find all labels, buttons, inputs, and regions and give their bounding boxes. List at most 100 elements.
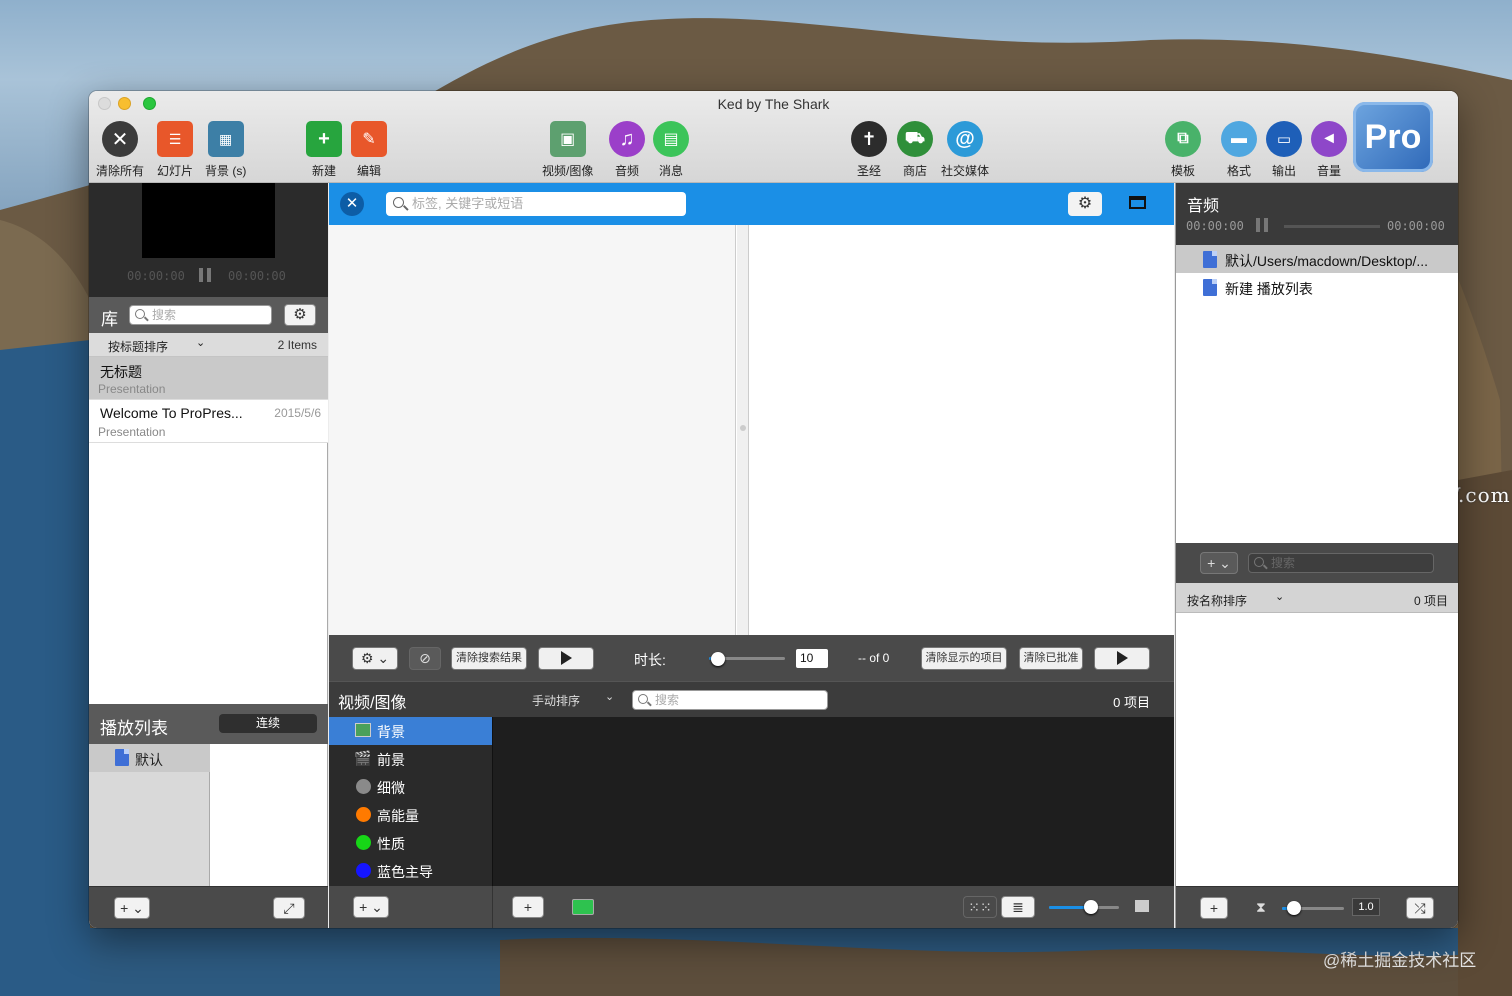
library-search-input[interactable]: 搜索: [129, 305, 272, 325]
audio-playlist-item[interactable]: 默认/Users/macdown/Desktop/...: [1176, 245, 1458, 273]
results-pane: [329, 225, 736, 635]
template-button[interactable]: ⧉ 模板: [1165, 121, 1201, 179]
audio-pause-icon[interactable]: [1256, 218, 1270, 232]
search-icon: [1254, 557, 1264, 567]
duration-input[interactable]: 10: [796, 649, 828, 668]
audio-sort-row: 按名称排序 ⌄ 0 项目: [1176, 583, 1458, 613]
audio-playlist-item[interactable]: 新建 播放列表: [1176, 273, 1458, 301]
no-entry-button[interactable]: ⊘: [409, 647, 441, 670]
blue-dot-icon: [356, 863, 371, 878]
app-window: Ked by The Shark ✕ 清除所有 ☰ 幻灯片 ▦ 背景 (s) +…: [89, 91, 1458, 928]
import-media-icon[interactable]: [572, 899, 594, 915]
duration-slider-knob[interactable]: [711, 652, 725, 666]
store-button[interactable]: ⛟ 商店: [897, 121, 933, 179]
edit-button[interactable]: ✎ 编辑: [351, 121, 387, 179]
playlist-mode-button[interactable]: 连续: [219, 714, 317, 733]
editor-settings-button[interactable]: ⚙: [1068, 192, 1102, 216]
audio-search-input[interactable]: 搜索: [1248, 553, 1434, 573]
message-bubble-icon: ▤: [653, 121, 689, 157]
social-media-button[interactable]: @ 社交媒体: [941, 121, 989, 179]
window-layout-icon[interactable]: [1129, 196, 1146, 209]
audio-progress-bar[interactable]: [1284, 225, 1380, 228]
media-bottom-bar: + ⌄ + ⁙⁙ ≣: [329, 886, 1174, 928]
format-icon: ▬: [1221, 121, 1257, 157]
audio-button[interactable]: ♫ 音频: [609, 121, 645, 179]
audio-add-button[interactable]: + ⌄: [1200, 552, 1238, 574]
clear-shown-button[interactable]: 清除显示的项目: [921, 647, 1007, 670]
thumbnail-slider-knob[interactable]: [1084, 900, 1098, 914]
video-image-button[interactable]: ▣ 视频/图像: [542, 121, 593, 179]
play-button[interactable]: [1094, 647, 1150, 670]
editor-controls-bar: ⚙ ⌄ ⊘ 清除搜索结果 时长: 10 -- of 0 清除显示的项目 清除已批…: [329, 635, 1174, 681]
document-icon: [1203, 279, 1217, 296]
pause-icon[interactable]: [199, 268, 213, 282]
template-icon: ⧉: [1165, 121, 1201, 157]
audio-sort-dropdown[interactable]: 按名称排序: [1187, 592, 1247, 609]
chevron-down-icon[interactable]: ⌄: [1275, 590, 1284, 603]
window-title: Ked by The Shark: [717, 96, 830, 112]
category-item-nature[interactable]: 性质: [329, 829, 492, 857]
bible-icon: ✝: [851, 121, 887, 157]
new-button[interactable]: + 新建: [306, 121, 342, 179]
category-item-background[interactable]: 背景: [329, 717, 492, 745]
gray-dot-icon: [356, 779, 371, 794]
library-sort-dropdown[interactable]: 按标题排序: [108, 338, 168, 355]
search-icon: [393, 197, 404, 208]
grid-icon: ⁙⁙: [968, 899, 992, 915]
preview-screen: [142, 183, 275, 258]
chevron-down-icon[interactable]: ⌄: [196, 336, 205, 349]
category-item-blue[interactable]: 蓝色主导: [329, 857, 492, 885]
media-title: 视频/图像: [338, 695, 407, 712]
volume-button[interactable]: ◄ 音量: [1311, 121, 1347, 179]
audio-volume-value[interactable]: 1.0: [1352, 898, 1380, 916]
add-category-button[interactable]: + ⌄: [353, 896, 389, 918]
close-search-button[interactable]: ✕: [340, 192, 364, 216]
plus-icon: +: [523, 899, 533, 915]
close-icon: ✕: [345, 195, 359, 212]
at-sign-icon: @: [947, 121, 983, 157]
audio-elapsed: 00:00:00: [1186, 219, 1244, 233]
shuffle-button[interactable]: ⤮: [1406, 897, 1434, 919]
library-item[interactable]: 无标题 Presentation: [89, 357, 328, 400]
message-button[interactable]: ▤ 消息: [653, 121, 689, 179]
audio-panel: 音频 00:00:00 00:00:00 默认/Users/macdown/De…: [1175, 183, 1458, 928]
category-item-high-energy[interactable]: 高能量: [329, 801, 492, 829]
audio-bottom-bar: + ⧗ 1.0 ⤮: [1176, 886, 1458, 928]
add-menu-button[interactable]: + ⌄: [114, 897, 150, 919]
audio-add-track-button[interactable]: +: [1200, 897, 1228, 919]
propresenter-logo: Pro: [1353, 102, 1433, 172]
media-sort-dropdown[interactable]: 手动排序: [532, 692, 580, 709]
clear-search-results-button[interactable]: 清除搜索结果: [451, 647, 527, 670]
gear-icon: ⚙: [293, 306, 307, 323]
play-icon: [1116, 651, 1128, 666]
plus-icon: + ⌄: [359, 899, 383, 915]
playlist-item[interactable]: 默认: [89, 744, 210, 772]
clear-background-button[interactable]: ▦ 背景 (s): [205, 121, 246, 179]
grid-view-button[interactable]: ⁙⁙: [963, 896, 997, 918]
format-button[interactable]: ▬ 格式: [1221, 121, 1257, 179]
library-settings-button[interactable]: ⚙: [284, 304, 316, 326]
clear-approved-button[interactable]: 清除已批准: [1019, 647, 1083, 670]
play-search-button[interactable]: [538, 647, 594, 670]
clear-all-button[interactable]: ✕ 清除所有: [96, 121, 144, 179]
category-item-subtle[interactable]: 细微: [329, 773, 492, 801]
add-media-button[interactable]: +: [512, 896, 544, 918]
media-search-input[interactable]: 搜索: [632, 690, 828, 710]
chevron-down-icon[interactable]: ⌄: [605, 690, 614, 703]
audio-volume-knob[interactable]: [1287, 901, 1301, 915]
output-button[interactable]: ▭ 输出: [1266, 121, 1302, 179]
media-grid: [492, 717, 1174, 886]
editor-search-input[interactable]: 标签, 关键字或短语: [386, 192, 686, 216]
bible-button[interactable]: ✝ 圣经: [851, 121, 887, 179]
splitter-handle[interactable]: [737, 225, 749, 635]
volume-low-icon: ⧗: [1256, 899, 1266, 915]
list-view-button[interactable]: ≣: [1001, 896, 1035, 918]
category-item-foreground[interactable]: 🎬 前景: [329, 745, 492, 773]
clear-slides-button[interactable]: ☰ 幻灯片: [157, 121, 193, 179]
library-item[interactable]: Welcome To ProPres... Presentation 2015/…: [89, 400, 328, 443]
search-icon: [135, 309, 145, 319]
expand-button[interactable]: ⤢: [273, 897, 305, 919]
plus-icon: + ⌄: [1207, 555, 1231, 571]
editor-gear-menu-button[interactable]: ⚙ ⌄: [352, 647, 398, 670]
splitter-dot: [740, 425, 746, 431]
